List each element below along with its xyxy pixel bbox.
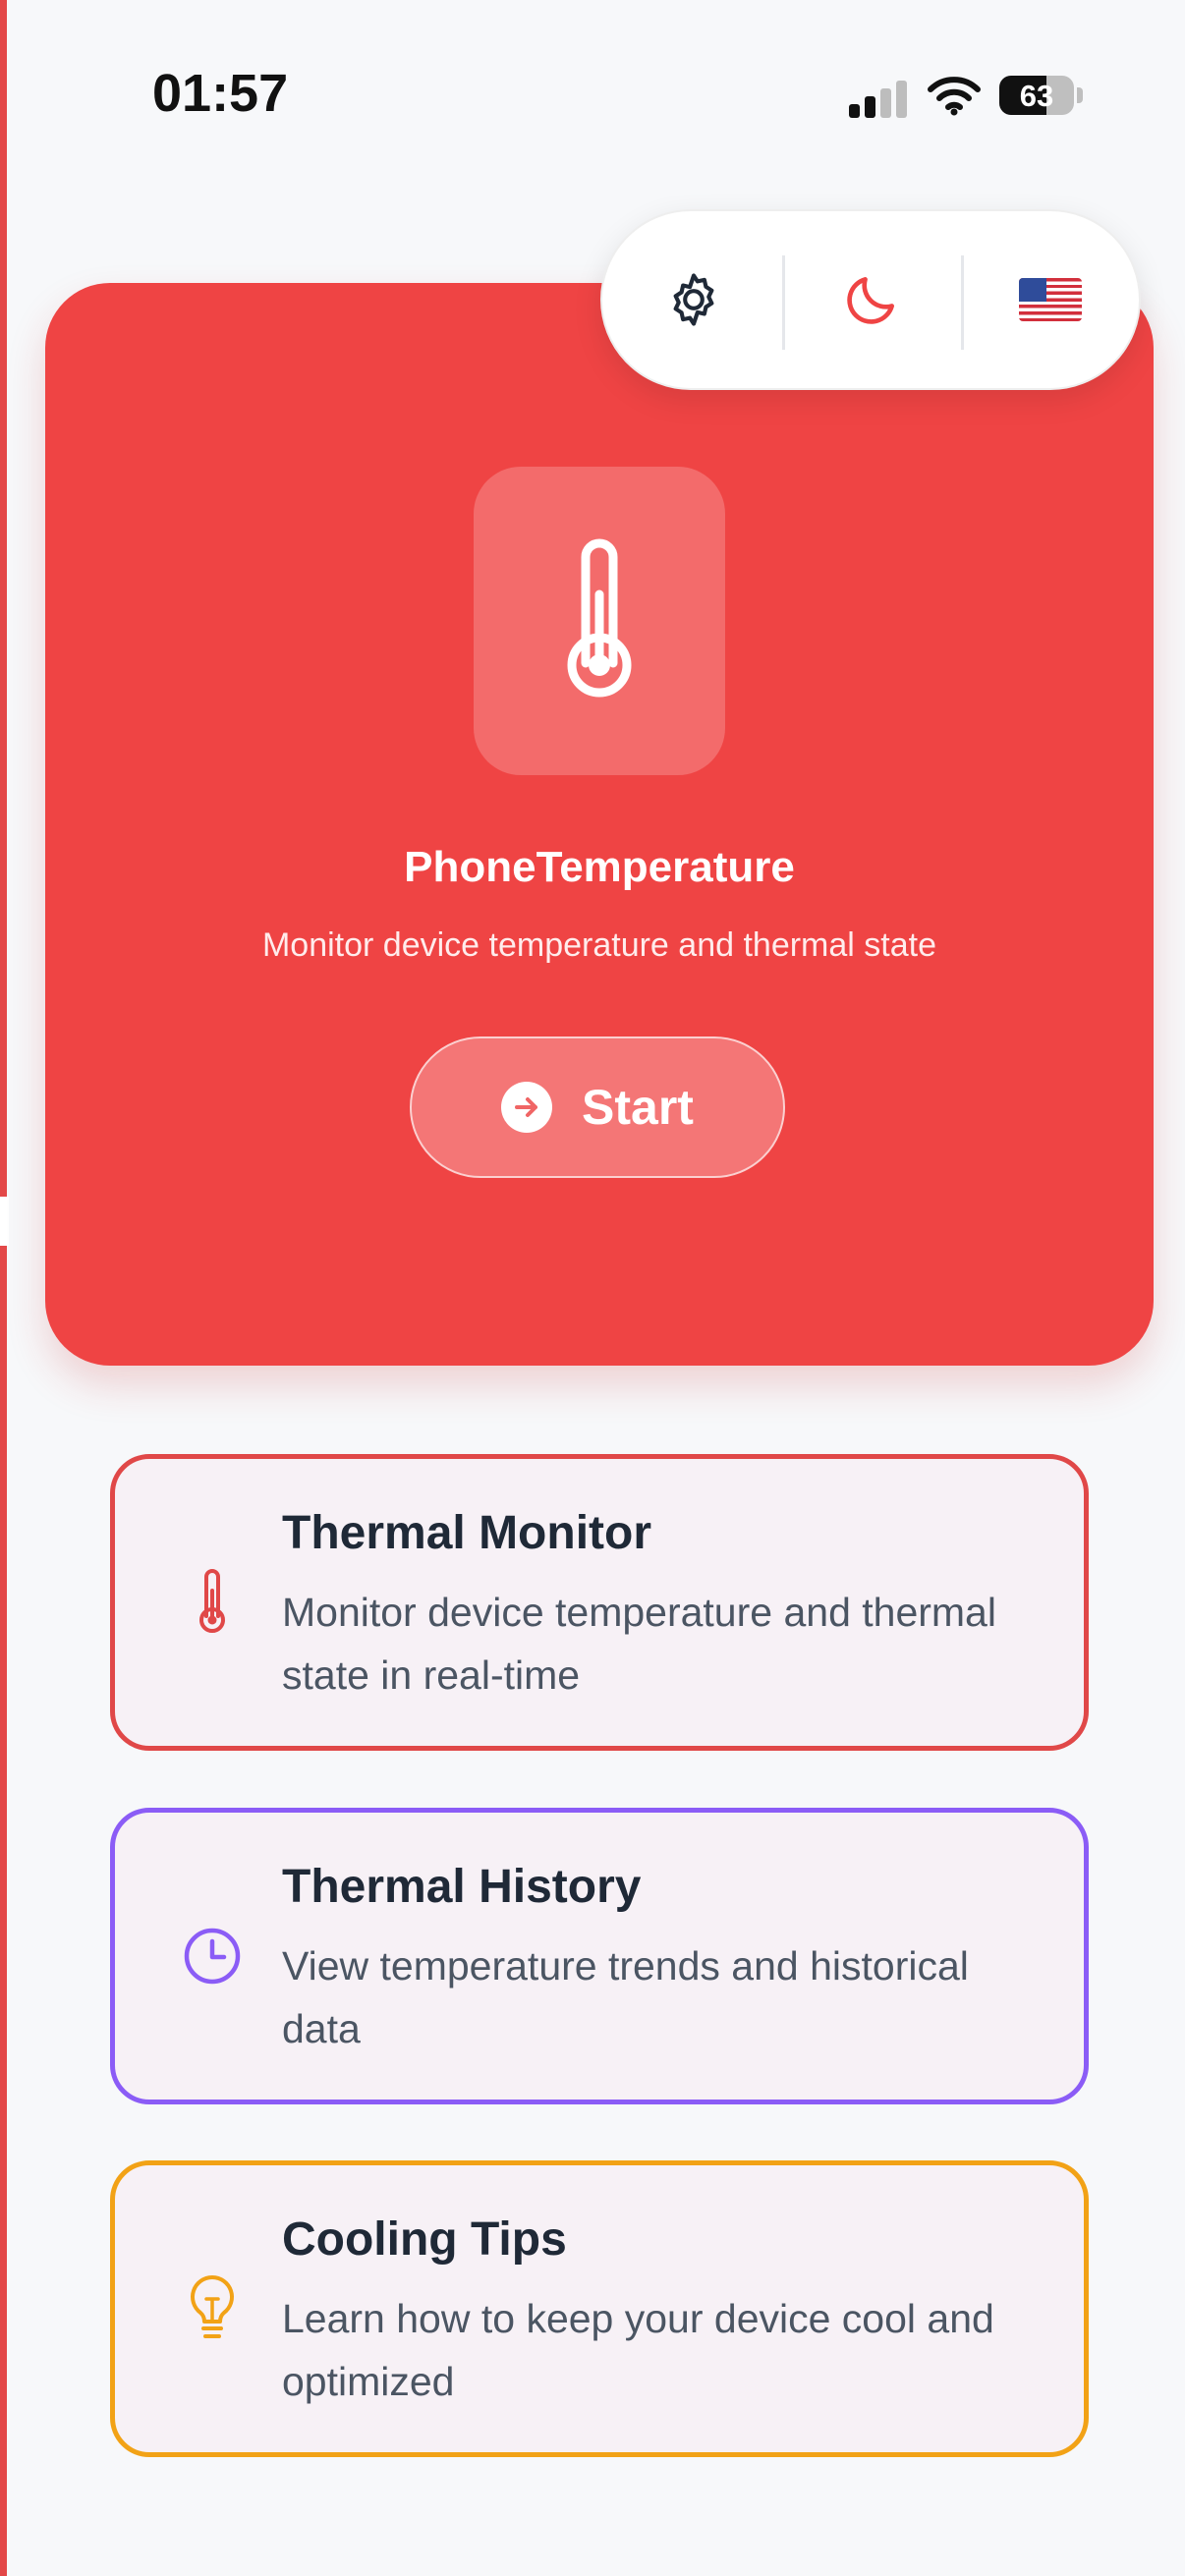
hero-icon-box bbox=[474, 467, 725, 775]
thermometer-icon bbox=[168, 1459, 256, 1746]
feature-card-cooling-tips[interactable]: Cooling Tips Learn how to keep your devi… bbox=[110, 2160, 1089, 2457]
edge-strip bbox=[0, 0, 7, 2576]
lightbulb-icon bbox=[168, 2165, 256, 2452]
moon-icon bbox=[847, 277, 894, 324]
feature-description: Monitor device temperature and thermal s… bbox=[282, 1590, 996, 1698]
feature-card-thermal-monitor[interactable]: Thermal Monitor Monitor device temperatu… bbox=[110, 1454, 1089, 1751]
clock-icon bbox=[168, 1813, 256, 2100]
thermometer-icon bbox=[567, 538, 632, 698]
feature-description: Learn how to keep your device cool and o… bbox=[282, 2296, 994, 2404]
toolbar bbox=[600, 209, 1141, 390]
battery-nub bbox=[1077, 87, 1083, 103]
signal-icon bbox=[849, 79, 908, 118]
edge-tick bbox=[0, 1197, 9, 1246]
dark-mode-button[interactable] bbox=[783, 211, 960, 388]
start-button[interactable]: Start bbox=[410, 1036, 785, 1178]
gear-icon bbox=[673, 273, 714, 326]
app-title: PhoneTemperature bbox=[404, 843, 795, 891]
app-subtitle: Monitor device temperature and thermal s… bbox=[261, 926, 936, 964]
status-bar: 01:57 63 bbox=[0, 0, 1185, 196]
wifi-icon bbox=[928, 75, 981, 116]
settings-button[interactable] bbox=[605, 211, 782, 388]
arrow-right-circle-icon bbox=[501, 1082, 553, 1133]
feature-description: View temperature trends and historical d… bbox=[282, 1943, 969, 2051]
us-flag-icon bbox=[1019, 278, 1082, 321]
battery-level: 63 bbox=[1019, 79, 1054, 113]
feature-title: Cooling Tips bbox=[282, 2213, 567, 2266]
language-button[interactable] bbox=[962, 211, 1139, 388]
feature-title: Thermal Monitor bbox=[282, 1507, 652, 1559]
status-time: 01:57 bbox=[152, 64, 289, 123]
battery-icon: 63 bbox=[999, 76, 1074, 115]
feature-title: Thermal History bbox=[282, 1861, 642, 1913]
feature-card-thermal-history[interactable]: Thermal History View temperature trends … bbox=[110, 1808, 1089, 2104]
start-label: Start bbox=[582, 1080, 694, 1135]
hero-card: PhoneTemperature Monitor device temperat… bbox=[45, 283, 1154, 1366]
